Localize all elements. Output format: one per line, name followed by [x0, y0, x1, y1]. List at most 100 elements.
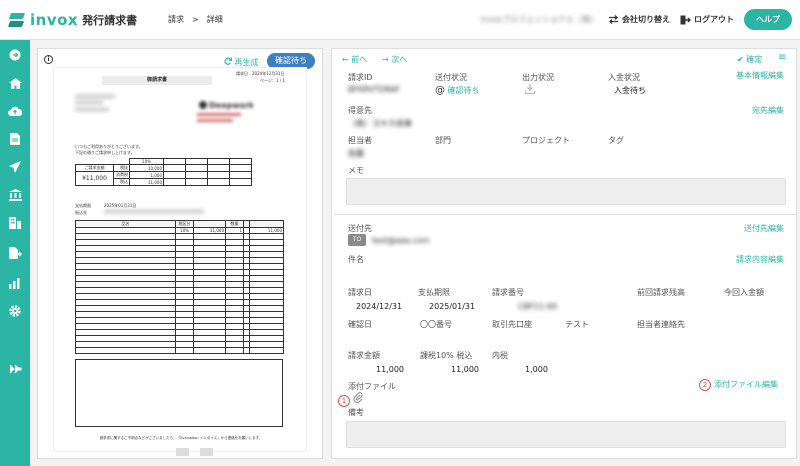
- settings-gear-icon[interactable]: [7, 304, 23, 318]
- doc-issue-date: 2024年12月31日: [252, 71, 285, 76]
- document-icon[interactable]: [7, 132, 23, 146]
- send-status-text: 確認待ち: [447, 86, 480, 95]
- due-date-label: 支払期限: [418, 288, 450, 297]
- current-received-label: 今回入金額: [724, 288, 764, 297]
- next-page-button[interactable]: [200, 448, 213, 456]
- invoice-date-value: 2024/12/31: [356, 302, 403, 311]
- paperclip-icon: [353, 392, 363, 403]
- doc-page: ページ：1 / 1: [260, 78, 285, 83]
- cloud-upload-icon[interactable]: [7, 104, 23, 118]
- nav-prev-link[interactable]: ← 前へ: [342, 54, 367, 65]
- download-icon[interactable]: [524, 84, 536, 96]
- menu-hamburger-icon[interactable]: ≡: [778, 52, 786, 63]
- document-export-icon[interactable]: [7, 246, 23, 260]
- attachment-edit-label: 添付ファイル編集: [714, 380, 778, 389]
- doc-bank-blurred: [104, 210, 204, 213]
- doc-due-date: 2025年01月31日: [104, 203, 137, 208]
- destination-edit-link[interactable]: 宛先編集: [752, 105, 784, 116]
- doc-recipient-blurred: [75, 101, 103, 104]
- doc-bank-label: 振込先: [75, 210, 87, 215]
- logout-icon: [680, 15, 691, 24]
- invoice-preview-panel: i 再生成 確認待ち 御請求書 請求日 2024年12月31日 ページ：1 / …: [37, 48, 323, 459]
- payment-status-value: 入金待ち: [614, 86, 646, 95]
- invoice-content-edit-link[interactable]: 請求内容編集: [736, 254, 784, 265]
- home-icon[interactable]: [7, 76, 23, 90]
- logout-label: ログアウト: [694, 15, 734, 24]
- invoice-detail-panel: ← 前へ → 次へ ✔ 確定 ≡ 基本情報編集 請求ID BFKRVTD8AF …: [331, 48, 797, 459]
- prev-page-button[interactable]: [176, 448, 189, 456]
- bank-icon[interactable]: [7, 188, 23, 202]
- doc-item-empty-row: [75, 347, 284, 354]
- arrow-right-icon: →: [382, 55, 389, 64]
- customer-value: （株）ヨキカ商事: [348, 119, 412, 128]
- doc-notes-box: [75, 359, 283, 427]
- doc-tax-label: 消費税: [113, 171, 130, 179]
- invoice-id-label: 請求ID: [348, 73, 373, 82]
- section-divider: [334, 214, 796, 215]
- doc-subtotal-label: 税抜: [113, 164, 130, 172]
- help-button[interactable]: ヘルプ: [744, 9, 792, 30]
- sidebar: [0, 40, 30, 466]
- invoice-number-value: CBF11-00: [518, 302, 557, 311]
- tag-label: タグ: [608, 136, 624, 145]
- send-icon[interactable]: [7, 160, 23, 174]
- doc-recipient-blurred: [75, 108, 109, 111]
- doc-items-table: 品名 税区分 数量 10% 11,000 1 11,000: [75, 220, 284, 354]
- switch-company-link[interactable]: 会社切り替え: [608, 14, 670, 25]
- basic-info-edit-link[interactable]: 基本情報編集: [736, 70, 784, 81]
- arrow-right-circle-icon[interactable]: [7, 48, 23, 62]
- doc-title: 御請求書: [102, 76, 212, 85]
- payment-status-label: 入金状況: [608, 73, 640, 82]
- doc-amount-label: ご請求金額: [75, 164, 114, 172]
- memo-label: メモ: [348, 166, 364, 175]
- remarks-textarea[interactable]: [346, 421, 786, 448]
- app-subtitle: 発行請求書: [82, 13, 138, 27]
- breadcrumb-invoices[interactable]: 請求: [168, 14, 184, 25]
- send-to-label: 送付先: [348, 224, 372, 233]
- doc-bottom-note: 請求書に関するご不明点などがございましたら、「Evaluation インボイス」…: [99, 436, 263, 440]
- send-status-value[interactable]: @ 確認待ち: [435, 85, 480, 96]
- info-icon[interactable]: i: [44, 55, 53, 64]
- company-logo-text: Deepwork: [209, 101, 253, 110]
- nav-next-link[interactable]: → 次へ: [382, 54, 407, 65]
- test-label: テスト: [565, 320, 589, 329]
- account-label: 取引先口座: [492, 320, 532, 329]
- subject-label: 件名: [348, 255, 364, 264]
- attachment-clip[interactable]: 1: [338, 392, 363, 407]
- invoice-number-label: 請求番号: [492, 288, 524, 297]
- confirm-label: 確定: [746, 55, 763, 64]
- logout-link[interactable]: ログアウト: [680, 14, 734, 25]
- company-name: invoxプロフェッショナル（株）: [480, 15, 598, 24]
- prev-balance-label: 前回請求残高: [637, 288, 685, 297]
- annotation-marker-2: 2: [699, 379, 711, 391]
- doc-total-label: 税込: [113, 178, 130, 186]
- doc-subtotal: 10,000: [129, 164, 164, 172]
- remarks-label: 備考: [348, 408, 364, 417]
- project-label: プロジェクト: [522, 136, 570, 145]
- contact-label: 担当者連絡先: [637, 320, 685, 329]
- annotation-marker-1: 1: [338, 395, 350, 407]
- memo-textarea[interactable]: [346, 178, 786, 205]
- breadcrumb-detail: 詳細: [206, 15, 223, 24]
- internal-tax-value: 1,000: [525, 365, 548, 374]
- nav-next-label: 次へ: [391, 55, 408, 64]
- send-to-edit-link[interactable]: 送付先編集: [744, 223, 784, 234]
- app-name: invox: [30, 10, 79, 29]
- tax10-label: 課税10% 税込: [420, 351, 473, 360]
- confirm-button[interactable]: ✔ 確定: [737, 54, 762, 65]
- attachment-label: 添付ファイル: [348, 382, 396, 391]
- output-status-label: 出力状況: [522, 73, 554, 82]
- app-logo[interactable]: invox 発行請求書: [7, 10, 158, 29]
- company-logo: Deepwork: [197, 97, 255, 127]
- plugin-icon[interactable]: [7, 362, 23, 376]
- chart-icon[interactable]: [7, 276, 23, 290]
- check-icon: ✔: [737, 55, 744, 64]
- building-icon[interactable]: [7, 216, 23, 230]
- internal-tax-label: 内税: [492, 351, 508, 360]
- doc-tax: 1,000: [129, 171, 164, 179]
- attachment-edit-link[interactable]: 2 添付ファイル編集: [699, 379, 778, 391]
- invoice-id-value: BFKRVTD8AF: [348, 85, 401, 94]
- to-email: test@aaa.com: [372, 236, 430, 245]
- switch-arrows-icon: [609, 15, 618, 24]
- doc-recipient-blurred: [75, 95, 115, 98]
